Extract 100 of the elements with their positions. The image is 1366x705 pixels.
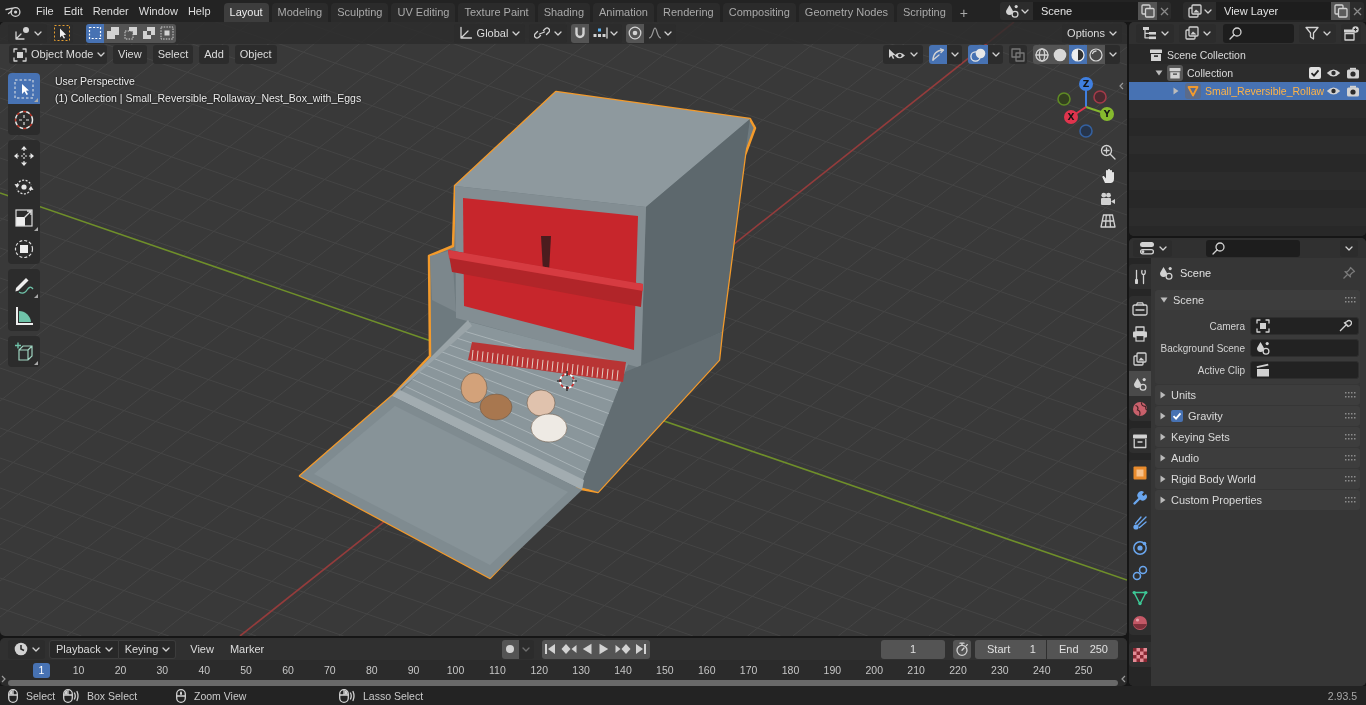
remove-scene-button[interactable] — [1157, 2, 1171, 20]
menu-button[interactable]: Select — [152, 45, 194, 64]
editor-type-button[interactable] — [8, 639, 45, 659]
playback-button[interactable] — [612, 639, 633, 659]
workspace-tab[interactable]: Compositing — [722, 3, 796, 22]
menu-dropdown[interactable]: Keying — [118, 639, 177, 659]
eye-icon[interactable] — [1326, 86, 1341, 96]
shading-options-dropdown[interactable] — [1105, 45, 1120, 64]
menu-button[interactable]: View — [113, 45, 147, 64]
panel-header[interactable]: Scene — [1155, 290, 1360, 310]
panel-header[interactable]: Units — [1155, 385, 1360, 405]
camera-field[interactable] — [1250, 317, 1359, 335]
preview-range-toggle[interactable] — [953, 639, 971, 659]
menu-button[interactable]: View — [184, 639, 220, 659]
axis-handle[interactable]: Y — [1085, 106, 1114, 121]
tool-button[interactable] — [8, 233, 40, 264]
chevron-icon[interactable] — [1121, 675, 1126, 683]
zoom-icon[interactable] — [1100, 144, 1116, 160]
workspace-tab[interactable]: Modeling — [271, 3, 329, 22]
selection-mode-button[interactable] — [122, 23, 140, 43]
overlays-options-dropdown[interactable] — [988, 45, 1003, 64]
scene-name-field[interactable]: Scene — [1033, 2, 1138, 20]
tool-button[interactable] — [8, 269, 40, 300]
shading-mode-button[interactable] — [1069, 45, 1087, 64]
tool-button[interactable] — [8, 300, 40, 331]
grip-dots-icon[interactable] — [1345, 497, 1356, 503]
eyedropper-icon[interactable] — [1338, 319, 1352, 333]
search-field[interactable] — [1223, 23, 1294, 43]
workspace-tab[interactable]: Texture Paint — [458, 3, 535, 22]
shading-mode-button[interactable] — [1087, 45, 1105, 64]
properties-tab[interactable] — [1129, 371, 1151, 396]
grip-dots-icon[interactable] — [1345, 392, 1356, 398]
start-frame-field[interactable]: Start 1 — [975, 639, 1046, 659]
menu-item[interactable]: Render — [87, 2, 134, 20]
playback-button[interactable] — [558, 639, 579, 659]
current-frame-marker[interactable]: 1 — [33, 663, 50, 678]
view-layer-name-field[interactable]: View Layer — [1216, 2, 1331, 20]
gizmo-toggle[interactable] — [929, 45, 947, 64]
checkbox[interactable] — [1171, 410, 1183, 422]
chevron-icon[interactable] — [1119, 82, 1124, 90]
checkbox[interactable] — [1309, 67, 1321, 79]
tool-button[interactable] — [8, 140, 40, 171]
menu-button[interactable]: Add — [199, 45, 229, 64]
menu-item[interactable]: Window — [133, 2, 183, 20]
properties-tab[interactable] — [1129, 460, 1151, 485]
proportional-editing-toggle[interactable] — [626, 23, 645, 43]
editor-type-button[interactable] — [1133, 239, 1172, 257]
visibility-dropdown[interactable] — [883, 45, 923, 64]
gizmo-options-dropdown[interactable] — [947, 45, 962, 64]
selection-mode-button[interactable] — [86, 23, 104, 43]
mode-dropdown[interactable]: Object Mode — [9, 45, 107, 64]
shading-mode-button[interactable] — [1051, 45, 1069, 64]
camera-icon[interactable] — [1346, 67, 1360, 79]
active-tool-button[interactable] — [51, 23, 73, 43]
filter-dropdown[interactable] — [1299, 23, 1336, 43]
disclosure-triangle-icon[interactable] — [1155, 70, 1163, 76]
workspace-tab[interactable]: Scripting — [897, 3, 952, 22]
panel-header[interactable]: Keying Sets — [1155, 427, 1360, 447]
selection-mode-button[interactable] — [140, 23, 158, 43]
axis-handle[interactable] — [1093, 90, 1107, 104]
add-workspace-button[interactable]: + — [954, 3, 973, 22]
workspace-tab[interactable]: Layout — [223, 3, 269, 22]
search-field[interactable] — [1206, 239, 1300, 257]
shading-mode-button[interactable] — [1033, 45, 1051, 64]
grid-icon[interactable] — [1100, 214, 1116, 228]
end-frame-field[interactable]: End 250 — [1047, 639, 1118, 659]
workspace-tab[interactable]: Rendering — [656, 3, 720, 22]
movie-camera-icon[interactable] — [1100, 192, 1116, 206]
panel-header[interactable]: Custom Properties — [1155, 490, 1360, 510]
hand-icon[interactable] — [1100, 168, 1116, 184]
overlays-toggle[interactable] — [968, 45, 988, 64]
grip-dots-icon[interactable] — [1345, 297, 1356, 303]
workspace-tab[interactable]: UV Editing — [391, 3, 456, 22]
panel-header[interactable]: Audio — [1155, 448, 1360, 468]
menu-button[interactable]: Marker — [223, 639, 271, 659]
workspace-tab[interactable]: Animation — [593, 3, 654, 22]
orientation-dropdown[interactable]: Global — [453, 23, 526, 43]
outliner-row[interactable]: Collection — [1129, 64, 1366, 82]
properties-tab[interactable] — [1129, 296, 1151, 321]
axis-handle[interactable]: X — [1064, 106, 1087, 124]
chevron-icon[interactable] — [1, 675, 6, 683]
pin-icon[interactable] — [1342, 266, 1356, 280]
properties-tab[interactable] — [1129, 428, 1151, 453]
workspace-tab[interactable]: Shading — [537, 3, 591, 22]
grip-dots-icon[interactable] — [1345, 413, 1356, 419]
editor-type-button[interactable] — [1136, 23, 1174, 43]
menu-item[interactable]: Edit — [58, 2, 88, 20]
current-frame-field[interactable]: 1 — [881, 639, 945, 659]
tool-button[interactable] — [8, 336, 40, 367]
timeline-scrollbar[interactable] — [8, 680, 1118, 686]
menu-button[interactable]: Object — [234, 45, 277, 64]
logo-icon[interactable] — [5, 4, 22, 18]
workspace-tab[interactable]: Sculpting — [331, 3, 389, 22]
snap-target-dropdown[interactable] — [589, 23, 623, 43]
selection-mode-button[interactable] — [158, 23, 176, 43]
axis-handle[interactable] — [1057, 92, 1071, 106]
grip-dots-icon[interactable] — [1345, 455, 1356, 461]
scene-browse-button[interactable] — [1000, 2, 1033, 20]
camera-icon[interactable] — [1346, 85, 1360, 97]
playback-button[interactable] — [541, 639, 559, 659]
